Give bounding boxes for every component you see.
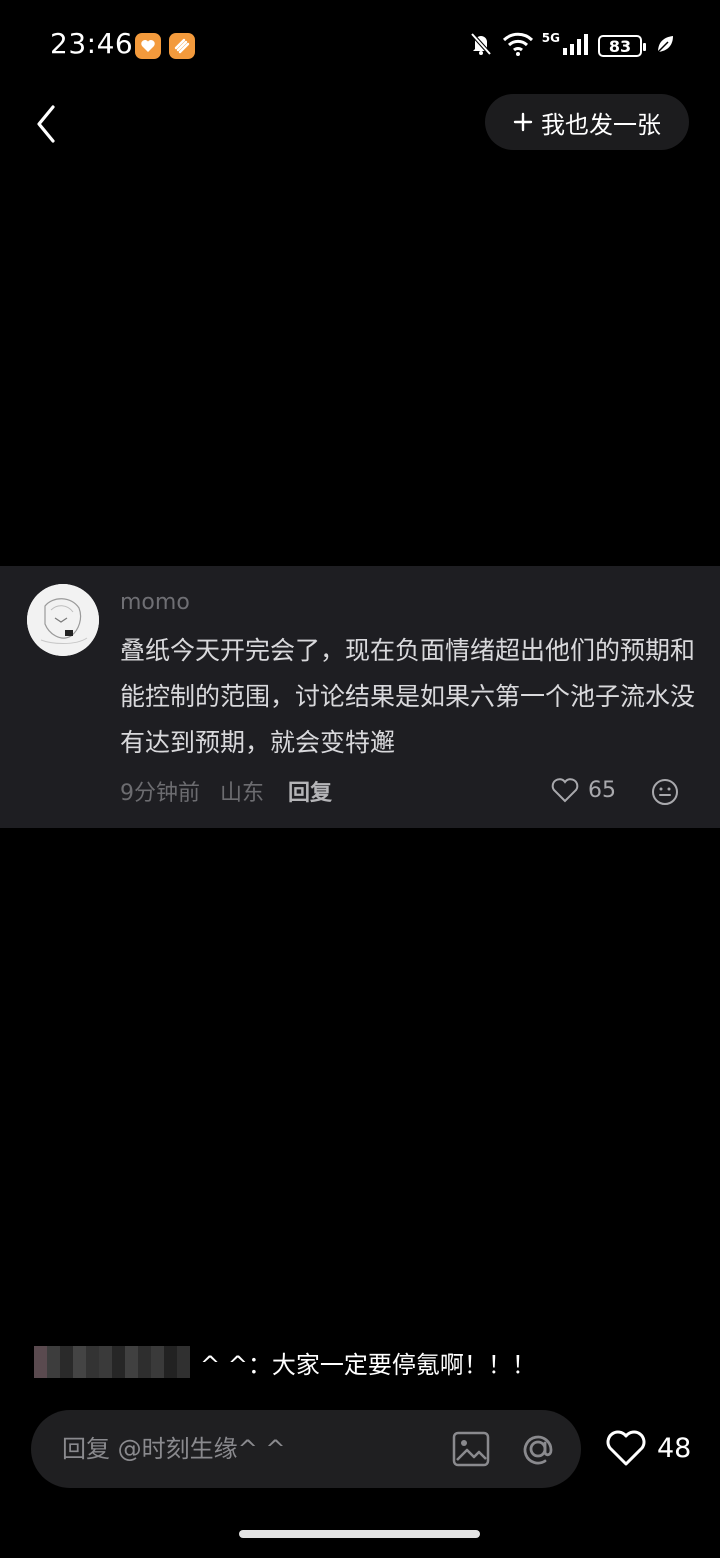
- comment-like: 65: [550, 776, 616, 804]
- heart-outline-icon: [551, 778, 579, 803]
- image-picker-button[interactable]: [451, 1429, 491, 1469]
- mention-button[interactable]: [517, 1428, 559, 1470]
- battery-indicator: 83: [598, 35, 646, 57]
- signal-icon: [562, 32, 590, 60]
- status-bar: 23:46 5G 83: [0, 0, 720, 92]
- status-time: 23:46: [50, 27, 134, 60]
- battery-level: 83: [608, 36, 632, 56]
- reply-box[interactable]: [31, 1410, 581, 1488]
- paper-app-icon: [169, 33, 195, 59]
- chevron-left-icon: [37, 105, 55, 143]
- post-too-button[interactable]: 我也发一张: [485, 94, 689, 150]
- avatar: [27, 584, 99, 656]
- at-icon: [523, 1435, 553, 1465]
- heart-app-icon: [135, 33, 161, 59]
- danmaku-comment: ^ ^：大家一定要停氪啊！！！: [34, 1345, 536, 1379]
- plus-icon: [513, 112, 533, 132]
- post-too-label: 我也发一张: [541, 110, 661, 139]
- leaf-icon: [656, 34, 674, 58]
- danmaku-text: ^ ^：大家一定要停氪啊！！！: [200, 1350, 536, 1379]
- back-button[interactable]: [24, 100, 68, 148]
- like-button[interactable]: [604, 1428, 648, 1468]
- silent-bell-icon: [468, 31, 494, 61]
- image-icon: [452, 1431, 490, 1467]
- emoji-icon: [651, 778, 679, 810]
- home-indicator[interactable]: [239, 1530, 480, 1538]
- comment-username: momo: [120, 590, 190, 615]
- like-count: 48: [657, 1433, 692, 1464]
- wifi-icon: [502, 31, 534, 61]
- comment-location: 山东: [220, 781, 265, 806]
- comment-like-count: 65: [588, 777, 616, 803]
- network-type-label: 5G: [541, 31, 560, 45]
- heart-icon: [606, 1430, 646, 1466]
- comment-time: 9分钟前: [120, 781, 200, 806]
- reply-input[interactable]: [62, 1435, 432, 1463]
- blurred-username: [34, 1346, 190, 1378]
- image-viewer-screen: 23:46 5G 83 我也发一张 momo 叠纸今天开完会了，现在负面情绪超出…: [0, 0, 720, 1558]
- status-icons: 5G 83: [468, 30, 674, 62]
- comment-text: 叠纸今天开完会了，现在负面情绪超出他们的预期和能控制的范围，讨论结果是如果六第一…: [120, 636, 696, 757]
- comment-reply-label: 回复: [288, 781, 333, 806]
